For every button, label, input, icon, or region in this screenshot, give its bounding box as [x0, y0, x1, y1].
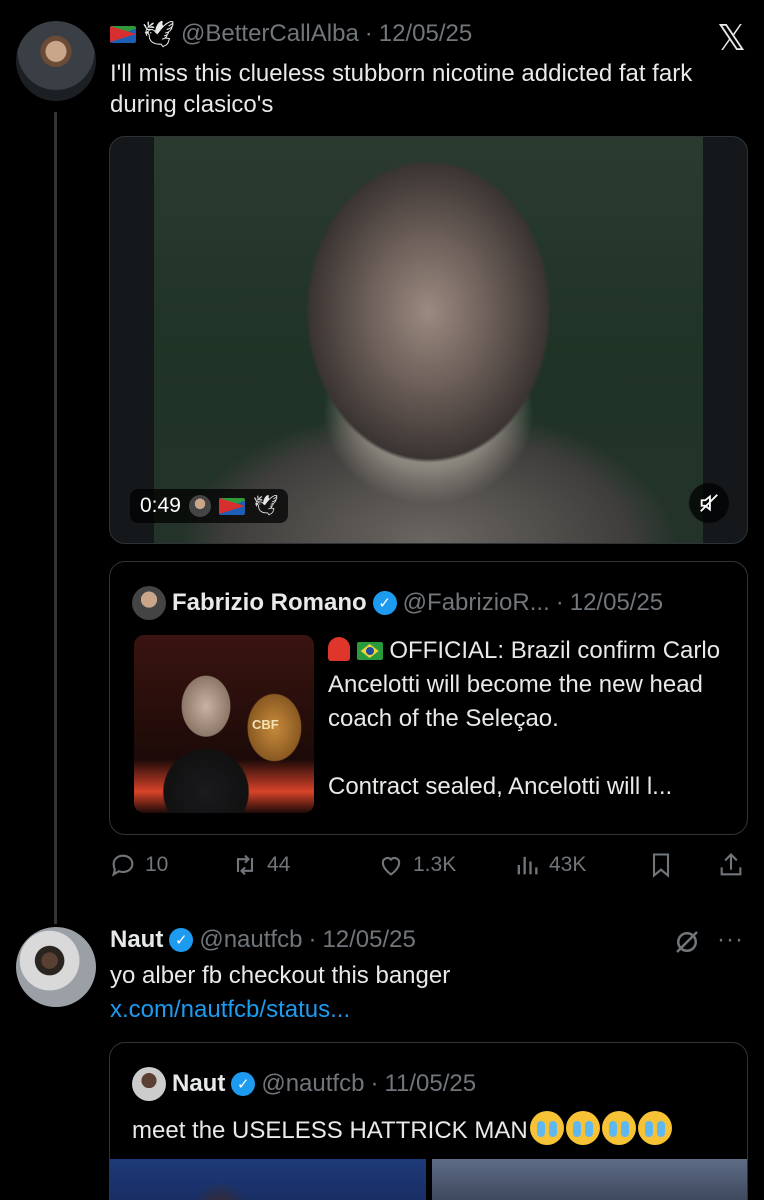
quote-date[interactable]: 11/05/25 — [384, 1070, 476, 1098]
views-chart-icon — [517, 856, 538, 875]
separator: · — [370, 1070, 379, 1097]
crying-emoji-icon — [637, 1111, 672, 1145]
crying-emoji-icon — [529, 1111, 564, 1145]
eritrea-flag-icon — [218, 497, 245, 515]
quote-header: Fabrizio Romano ✓ @FabrizioR... · 12/05/… — [132, 586, 663, 620]
quote-header: Naut ✓ @nautfcb · 11/05/25 — [132, 1067, 476, 1101]
video-player[interactable]: 0:49 🕊 — [109, 136, 748, 544]
bookmark-icon — [652, 853, 670, 878]
eritrea-flag-icon — [110, 25, 136, 43]
x-logo-icon[interactable]: 𝕏 — [717, 18, 746, 59]
heart-icon — [381, 857, 401, 876]
action-bar: 10 44 1.3K 43K — [109, 847, 749, 887]
author-name[interactable]: Naut — [110, 926, 163, 954]
reply-icon — [112, 854, 134, 877]
quote-text-body: meet the USELESS HATTRICK MAN — [132, 1117, 528, 1144]
video-duration: 0:49 — [140, 494, 181, 517]
separator: · — [555, 589, 564, 616]
quote-author-name[interactable]: Naut — [172, 1070, 225, 1098]
verified-badge-icon: ✓ — [372, 591, 397, 615]
separator: · — [364, 20, 373, 47]
dove-icon: 🕊 — [252, 495, 279, 517]
media-image[interactable] — [431, 1159, 747, 1200]
thread-line — [54, 112, 57, 924]
tweet-link[interactable]: x.com/nautfcb/status... — [110, 994, 350, 1025]
verified-badge-icon: ✓ — [231, 1072, 256, 1096]
brazil-flag-icon — [356, 642, 383, 660]
video-duration-badge: 0:49 🕊 — [130, 489, 289, 523]
verified-badge-icon: ✓ — [169, 928, 194, 952]
speaker-muted-icon — [700, 494, 718, 512]
author-handle[interactable]: @nautfcb — [199, 926, 302, 954]
reply-button[interactable]: 10 — [109, 851, 168, 879]
quote-date[interactable]: 12/05/25 — [570, 589, 663, 617]
more-options-icon[interactable]: ··· — [717, 926, 744, 954]
mute-button[interactable] — [689, 483, 729, 523]
video-letterbox-left — [110, 137, 154, 543]
separator: · — [308, 926, 317, 953]
reply-count: 10 — [145, 853, 169, 876]
media-image[interactable] — [110, 1159, 426, 1200]
quote-text: OFFICIAL: Brazil confirm Carlo Ancelotti… — [328, 634, 728, 804]
quoted-tweet[interactable]: Naut ✓ @nautfcb · 11/05/25 meet the USEL… — [109, 1042, 748, 1200]
tweet-text: I'll miss this clueless stubborn nicotin… — [110, 60, 693, 118]
avatar-mini — [132, 586, 166, 620]
quote-author-name[interactable]: Fabrizio Romano — [172, 589, 367, 617]
avatar-mini — [132, 1067, 166, 1101]
quote-media[interactable] — [110, 1159, 747, 1200]
quote-media-thumbnail[interactable]: CBF — [134, 635, 314, 813]
like-button[interactable]: 1.3K — [377, 851, 456, 879]
share-button[interactable] — [717, 851, 745, 879]
views-count: 43K — [549, 853, 587, 876]
tweet-header: 🕊 @BetterCallAlba · 12/05/25 — [110, 20, 472, 48]
quote-text-line1: OFFICIAL: Brazil confirm Carlo Ancelotti… — [328, 637, 721, 732]
siren-icon — [328, 637, 350, 661]
tweet-date[interactable]: 12/05/25 — [379, 20, 472, 48]
share-icon — [720, 853, 742, 876]
quote-text-line2: Contract sealed, Ancelotti will l... — [328, 773, 673, 800]
crying-emoji-icon — [565, 1111, 600, 1145]
tweet-date[interactable]: 12/05/25 — [322, 926, 415, 954]
repost-button[interactable]: 44 — [231, 851, 290, 879]
quote-text: meet the USELESS HATTRICK MAN — [132, 1111, 742, 1146]
cbf-crest-label: CBF — [252, 717, 279, 732]
dove-icon: 🕊 — [142, 19, 176, 49]
quote-author-handle[interactable]: @nautfcb — [261, 1070, 364, 1098]
grok-icon[interactable] — [672, 927, 702, 957]
author-handle[interactable]: @BetterCallAlba — [181, 20, 359, 48]
avatar-mini — [188, 495, 211, 517]
crying-emoji-icon — [601, 1111, 636, 1145]
quote-author-handle[interactable]: @FabrizioR... — [403, 589, 550, 617]
repost-count: 44 — [267, 853, 291, 876]
like-count: 1.3K — [413, 853, 457, 876]
views-button[interactable]: 43K — [513, 851, 586, 879]
avatar[interactable] — [16, 927, 96, 1007]
bookmark-button[interactable] — [647, 851, 675, 879]
quoted-tweet[interactable]: Fabrizio Romano ✓ @FabrizioR... · 12/05/… — [109, 561, 748, 835]
tweet-header: Naut ✓ @nautfcb · 12/05/25 — [110, 926, 416, 954]
repost-icon — [236, 854, 254, 876]
tweet-text: yo alber fb checkout this banger — [110, 962, 451, 989]
avatar[interactable] — [16, 21, 96, 101]
